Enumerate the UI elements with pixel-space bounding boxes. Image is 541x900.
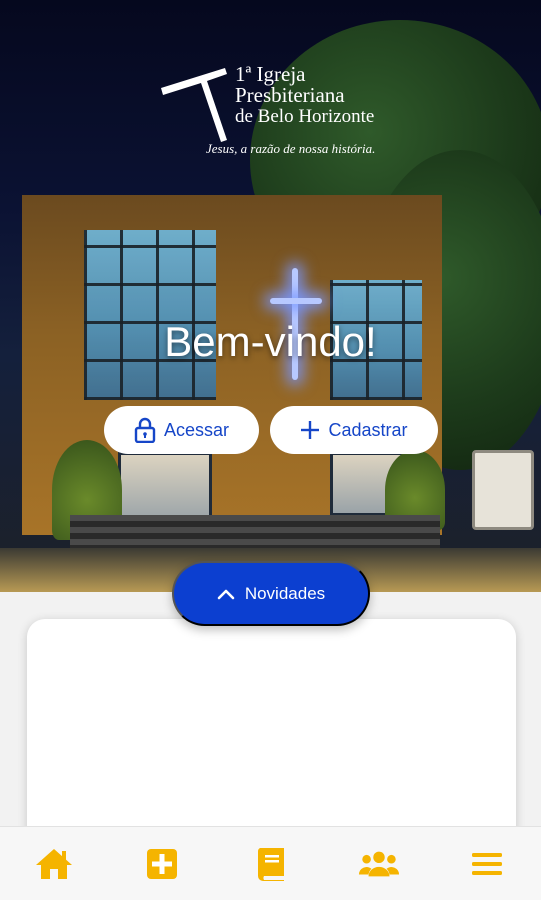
nav-add[interactable] [141, 843, 183, 885]
access-button-label: Acessar [163, 419, 230, 440]
street-sign [472, 450, 534, 530]
book-icon [257, 847, 284, 881]
glowing-cross-bar [270, 298, 322, 304]
home-icon [36, 848, 72, 879]
users-icon [358, 851, 399, 876]
register-button-label: Cadastrar [328, 419, 408, 440]
lock-icon [134, 417, 156, 443]
building-glass-left [84, 230, 216, 400]
news-button-label: Novidades [244, 583, 326, 603]
tagline: Jesus, a razão de nossa história. [206, 141, 376, 156]
access-button[interactable]: Acessar [104, 406, 259, 454]
bottom-navigation [0, 826, 541, 900]
church-name-line-2: Presbiteriana [235, 83, 345, 107]
hero-banner: 1ª Igreja Presbiteriana de Belo Horizont… [0, 0, 541, 592]
church-name-line-1: 1ª Igreja [235, 62, 306, 86]
church-name: 1ª Igreja Presbiteriana de Belo Horizont… [235, 62, 375, 128]
register-button[interactable]: Cadastrar [270, 406, 438, 454]
plus-icon [301, 421, 320, 439]
nav-menu[interactable] [466, 843, 508, 885]
news-button[interactable]: Novidades [172, 561, 370, 626]
plus-square-icon [147, 848, 178, 879]
nav-bible[interactable] [250, 843, 292, 885]
chevron-up-icon [217, 589, 235, 599]
news-card [27, 619, 516, 849]
welcome-heading: Bem-vindo! [164, 318, 377, 365]
building-door-left [118, 452, 212, 524]
menu-icon [472, 852, 502, 875]
nav-home[interactable] [33, 843, 75, 885]
nav-members[interactable] [358, 843, 400, 885]
church-name-line-3: de Belo Horizonte [235, 106, 375, 127]
